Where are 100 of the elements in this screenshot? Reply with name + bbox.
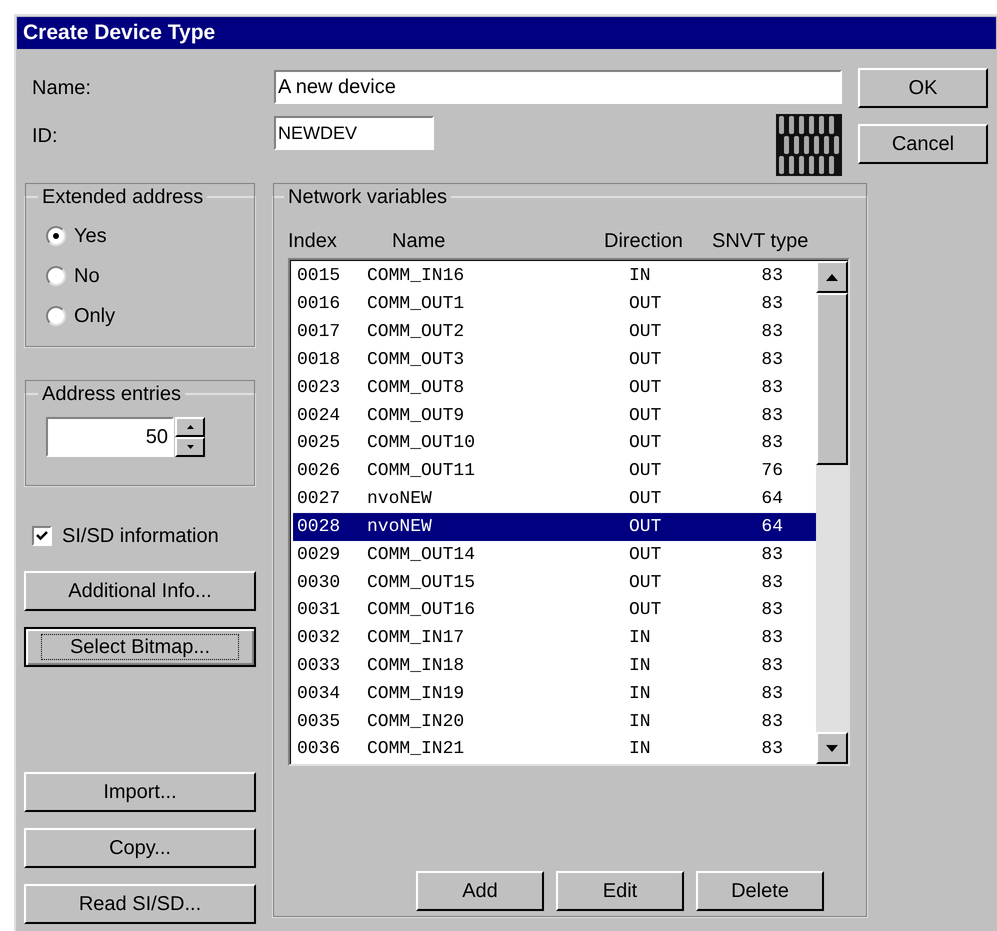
column-header[interactable]: Direction — [604, 226, 712, 256]
button[interactable]: Add — [416, 871, 544, 911]
list-row[interactable]: 0017 COMM_OUT2 OUT 83 — [293, 318, 816, 346]
name-label: Name: — [32, 76, 92, 101]
button[interactable]: Copy... — [24, 828, 256, 868]
radio-button[interactable] — [46, 226, 66, 246]
list-row[interactable]: 0036 COMM_IN21 IN 83 — [293, 736, 816, 764]
name-cell-text: COMM_IN18 — [367, 655, 466, 678]
index-cell-text: 0027 — [297, 488, 342, 512]
checkbox[interactable] — [32, 526, 52, 546]
snvt-type-cell-text: 64 — [760, 488, 783, 512]
index-cell-text: 0016 — [297, 293, 342, 316]
list-row[interactable]: 0034 COMM_IN19 IN 83 — [293, 680, 816, 708]
direction-cell-text: OUT — [629, 376, 662, 400]
list-row[interactable]: 0032 COMM_IN17 IN 83 — [293, 624, 816, 653]
direction-cell-text: IN — [629, 738, 652, 762]
checkbox-label: SI/SD information — [62, 524, 219, 549]
index-cell-text: 0033 — [297, 655, 342, 678]
list-row[interactable]: 0033 COMM_IN18 IN 83 — [293, 652, 816, 680]
snvt-type-cell-text: 83 — [760, 321, 783, 344]
group-title: Address entries — [41, 382, 182, 407]
window-title: Create Device Type — [17, 17, 996, 49]
button[interactable]: Import... — [24, 772, 256, 812]
list-row[interactable]: 0015 COMM_IN16 IN 83 — [293, 263, 816, 291]
column-header[interactable]: Name — [392, 226, 604, 256]
scrollbar[interactable] — [816, 260, 848, 764]
list-row[interactable]: 0016 COMM_OUT1 OUT 83 — [293, 290, 816, 319]
name-cell-text: COMM_IN16 — [367, 265, 466, 288]
name-cell-text: COMM_OUT9 — [367, 404, 466, 428]
radio-label: Only — [74, 304, 116, 329]
list-row[interactable]: 0024 COMM_OUT9 OUT 83 — [293, 402, 816, 430]
name-input[interactable]: A new device — [274, 70, 842, 104]
list-row[interactable]: 0023 COMM_OUT8 OUT 83 — [293, 374, 816, 402]
snvt-type-cell-text: 83 — [760, 293, 783, 316]
direction-cell-text: OUT — [629, 432, 662, 456]
ok-button[interactable]: OK — [858, 68, 988, 108]
direction-cell-text: OUT — [629, 404, 662, 428]
index-cell-text: 0029 — [297, 544, 342, 567]
snvt-type-cell-text: 83 — [760, 404, 783, 428]
snvt-type-cell-text: 83 — [760, 265, 783, 288]
name-cell-text: COMM_OUT15 — [367, 572, 476, 595]
name-cell-text: COMM_IN17 — [367, 627, 466, 650]
name-cell-text: COMM_OUT14 — [367, 544, 476, 567]
spin-down-button[interactable] — [175, 437, 205, 457]
button[interactable]: Edit — [556, 871, 684, 911]
index-cell-text: 0025 — [297, 432, 342, 456]
index-cell-text: 0036 — [297, 738, 342, 762]
snvt-type-cell-text: 83 — [760, 432, 783, 456]
column-header[interactable]: Index — [288, 226, 392, 256]
snvt-type-cell-text: 76 — [760, 460, 783, 484]
button[interactable]: Read SI/SD... — [24, 884, 256, 924]
list-row[interactable]: 0027 nvoNEW OUT 64 — [293, 486, 816, 514]
direction-cell-text: OUT — [629, 293, 662, 316]
list-row[interactable]: 0035 COMM_IN20 IN 83 — [293, 708, 816, 736]
index-cell-text: 0028 — [297, 516, 342, 539]
id-input[interactable]: NEWDEV — [274, 116, 434, 150]
list-row[interactable]: 0029 COMM_OUT14 OUT 83 — [293, 541, 816, 570]
name-cell-text: COMM_OUT2 — [367, 321, 466, 344]
direction-cell-text: IN — [629, 710, 652, 734]
index-cell-text: 0032 — [297, 627, 342, 650]
radio-button[interactable] — [46, 306, 66, 326]
list-row[interactable]: 0025 COMM_OUT10 OUT 83 — [293, 430, 816, 458]
radio-label: Yes — [74, 224, 107, 249]
column-header[interactable]: SNVT type — [712, 226, 832, 256]
list-row[interactable]: 0028 nvoNEW OUT 64 — [293, 513, 816, 542]
scroll-down-button[interactable] — [816, 732, 848, 764]
direction-cell-text: OUT — [629, 488, 662, 512]
down-arrow-icon — [186, 445, 194, 449]
direction-cell-text: OUT — [629, 516, 662, 539]
scroll-thumb[interactable] — [816, 293, 848, 465]
radio-button[interactable] — [46, 266, 66, 286]
name-cell-text: COMM_IN19 — [367, 682, 466, 706]
id-label: ID: — [32, 124, 59, 149]
name-cell-text: COMM_OUT16 — [367, 599, 476, 622]
button[interactable]: Select Bitmap... — [24, 627, 256, 667]
index-cell-text: 0026 — [297, 460, 342, 484]
cancel-button[interactable]: Cancel — [858, 124, 988, 164]
snvt-type-cell-text: 83 — [760, 544, 783, 567]
button[interactable]: Additional Info... — [24, 571, 256, 611]
radio-label: No — [74, 264, 100, 289]
direction-cell-text: OUT — [629, 348, 662, 372]
number-input[interactable]: 50 — [46, 417, 174, 457]
list-row[interactable]: 0031 COMM_OUT16 OUT 83 — [293, 596, 816, 625]
snvt-type-cell-text: 83 — [760, 627, 783, 650]
list-row[interactable]: 0018 COMM_OUT3 OUT 83 — [293, 346, 816, 374]
down-arrow-icon — [826, 744, 838, 752]
snvt-type-cell-text: 83 — [760, 738, 783, 762]
list-row[interactable]: 0030 COMM_OUT15 OUT 83 — [293, 569, 816, 597]
list-row[interactable]: 0026 COMM_OUT11 OUT 76 — [293, 458, 816, 486]
direction-cell-text: OUT — [629, 599, 662, 622]
direction-cell-text: OUT — [629, 544, 662, 567]
scroll-up-button[interactable] — [816, 261, 848, 293]
index-cell-text: 0017 — [297, 321, 342, 344]
group-title: Extended address — [41, 185, 204, 210]
name-cell-text: COMM_OUT10 — [367, 432, 476, 456]
snvt-type-cell-text: 83 — [760, 348, 783, 372]
button[interactable]: Delete — [696, 871, 824, 911]
index-cell-text: 0035 — [297, 710, 342, 734]
up-arrow-icon — [186, 425, 194, 429]
spin-up-button[interactable] — [175, 417, 205, 437]
